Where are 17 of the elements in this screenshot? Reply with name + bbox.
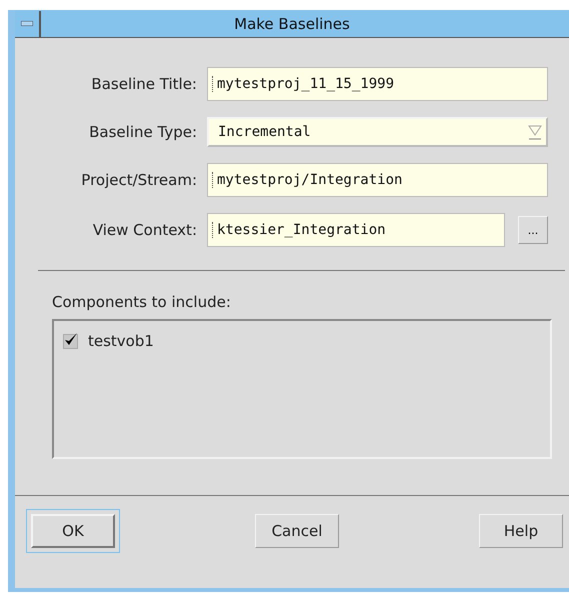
field-label: Project/Stream: <box>80 171 197 189</box>
window-title: Make Baselines <box>233 14 351 32</box>
dropdown[interactable]: Incremental <box>207 117 548 147</box>
dialog-button[interactable]: Help <box>479 514 563 548</box>
field-label: Baseline Title: <box>90 75 197 93</box>
minus-icon <box>21 21 33 26</box>
text-field[interactable]: ktessier_Integration <box>207 213 505 247</box>
dropdown-arrow-icon <box>526 123 544 141</box>
text-field[interactable]: mytestproj_11_15_1999 <box>207 67 548 101</box>
section-label: Components to include: <box>52 293 232 311</box>
browse-button[interactable]: ... <box>518 216 548 244</box>
component-name: testvob1 <box>88 332 154 350</box>
field-label: View Context: <box>92 221 197 239</box>
checkbox[interactable] <box>63 334 78 348</box>
field-label: Baseline Type: <box>88 123 197 141</box>
dialog-button[interactable]: Cancel <box>255 514 339 548</box>
text-field[interactable]: mytestproj/Integration <box>207 163 548 197</box>
